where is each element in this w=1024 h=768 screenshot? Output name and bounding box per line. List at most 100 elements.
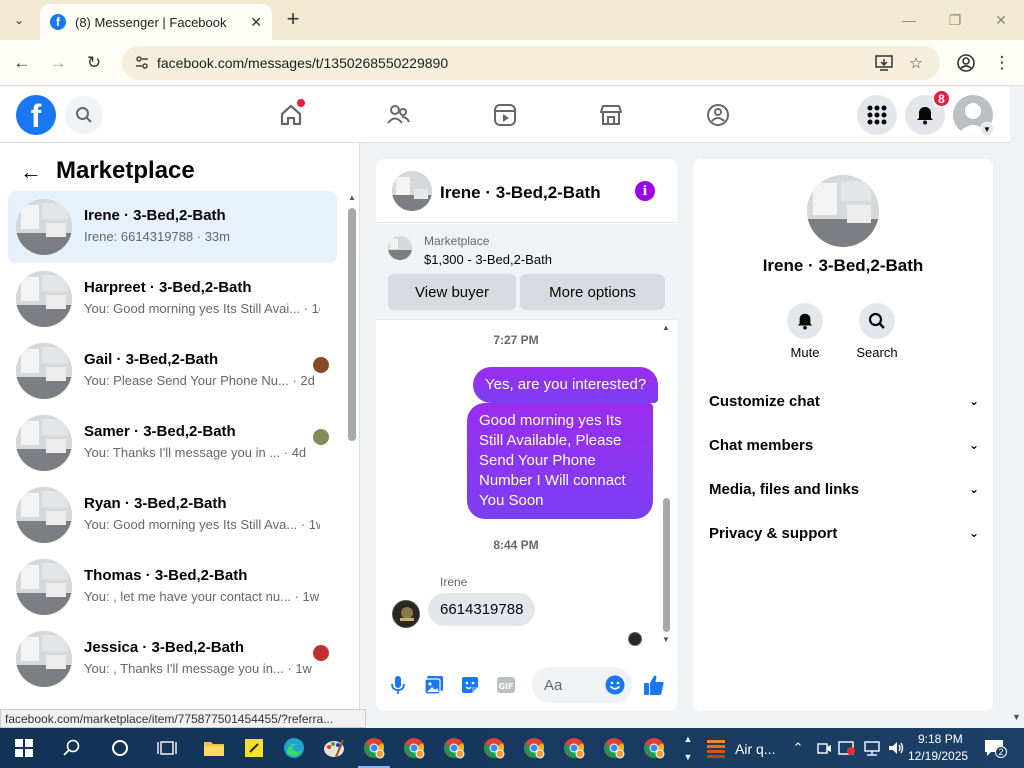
air-quality-label[interactable]: Air q... [735,741,775,757]
forward-icon[interactable]: → [46,51,70,75]
facebook-search-button[interactable] [65,96,103,134]
chat-preview: Irene: 6614319788 · 33m [84,229,230,244]
message-input-placeholder: Aa [544,676,563,694]
minimize-icon[interactable]: — [894,8,924,32]
address-bar[interactable]: facebook.com/messages/t/1350268550229890… [122,46,940,80]
window-close-icon[interactable]: ✕ [986,8,1016,32]
chrome-window-icon[interactable] [602,736,626,760]
meet-now-icon[interactable] [812,736,836,760]
chat-members-section[interactable]: Chat members ⌄ [709,431,979,459]
chat-list-item[interactable]: Thomas · 3-Bed,2-Bath You: , let me have … [8,551,337,623]
sticky-notes-icon[interactable] [242,736,266,760]
details-avatar[interactable] [807,175,879,247]
back-arrow-icon[interactable]: ← [20,159,42,185]
chrome-window-icon[interactable] [482,736,506,760]
site-info-icon[interactable] [134,55,150,71]
new-tab-icon[interactable]: + [282,6,304,32]
volume-icon[interactable] [884,736,908,760]
outgoing-message[interactable]: Yes, are you interested? [473,367,659,403]
profile-icon[interactable] [954,51,978,75]
incoming-message[interactable]: 6614319788 [428,593,536,626]
groups-nav-icon[interactable] [702,99,734,131]
photo-icon[interactable] [423,674,445,696]
view-buyer-button[interactable]: View buyer [388,274,516,310]
clock-date[interactable]: 12/19/2025 [908,749,968,763]
edge-icon[interactable] [282,736,306,760]
action-center-icon[interactable]: 2 [982,736,1007,760]
emoji-icon[interactable] [604,674,626,696]
show-hidden-icons-icon[interactable]: ⌃ [786,736,810,760]
more-options-button[interactable]: More options [520,274,665,310]
page-scroll-down-icon[interactable]: ▼ [1012,712,1021,722]
scrollbar-thumb[interactable] [663,498,670,632]
seen-avatar [313,645,329,661]
task-view-icon[interactable] [155,736,179,760]
browser-tab[interactable]: f (8) Messenger | Facebook ✕ [40,4,272,40]
network-icon[interactable] [860,736,884,760]
air-quality-icon[interactable] [704,736,728,760]
taskbar-scroll-up-icon[interactable]: ▲ [676,732,700,746]
clock-time[interactable]: 9:18 PM [918,732,963,746]
chat-list-scrollbar[interactable]: ▲ [346,193,358,709]
install-app-icon[interactable] [874,54,894,74]
file-explorer-icon[interactable] [202,736,226,760]
chat-list-item[interactable]: Irene · 3-Bed,2-Bath Irene: 6614319788 · … [8,191,337,263]
bookmark-star-icon[interactable]: ☆ [906,54,926,74]
friends-nav-icon[interactable] [382,99,414,131]
sender-avatar[interactable] [392,600,420,628]
conversation-avatar[interactable] [392,171,432,211]
browser-menu-icon[interactable]: ⋮ [990,51,1014,75]
scrollbar-thumb[interactable] [348,208,356,441]
mute-button[interactable]: Mute [770,303,840,360]
sticker-icon[interactable] [459,674,481,696]
chrome-window-icon[interactable] [358,736,390,768]
seen-avatar [313,357,329,373]
info-icon[interactable]: i [635,181,655,201]
taskbar-scroll-down-icon[interactable]: ▼ [676,750,700,764]
chrome-window-icon[interactable] [562,736,586,760]
windows-start-icon[interactable] [12,736,36,760]
listing-thumbnail[interactable] [388,236,412,260]
chat-name: Harpreet · 3-Bed,2-Bath [84,279,252,296]
restore-icon[interactable]: ❐ [940,8,970,32]
chat-list-item[interactable]: Gail · 3-Bed,2-Bath You: Please Send Your… [8,335,337,407]
security-icon[interactable] [835,736,859,760]
facebook-logo[interactable]: f [16,95,56,135]
chat-name: Samer · 3-Bed,2-Bath [84,423,236,440]
gif-icon[interactable]: GIF [495,674,517,696]
home-nav-icon[interactable] [275,99,307,131]
notifications-button[interactable]: 8 [905,89,951,135]
customize-chat-section[interactable]: Customize chat ⌄ [709,387,979,415]
video-nav-icon[interactable] [489,99,521,131]
chat-name: Gail · 3-Bed,2-Bath [84,351,219,368]
thumbs-up-icon[interactable] [643,674,665,696]
chat-list-item[interactable]: Jessica · 3-Bed,2-Bath You: , Thanks I'll… [8,623,337,695]
chevron-down-icon[interactable]: ▼ [980,122,994,136]
chrome-window-icon[interactable] [642,736,666,760]
chrome-window-icon[interactable] [522,736,546,760]
reload-icon[interactable]: ↻ [82,51,106,75]
back-icon[interactable]: ← [10,51,34,75]
tab-close-icon[interactable]: ✕ [250,14,262,31]
chat-list-item[interactable]: Samer · 3-Bed,2-Bath You: Thanks I'll mes… [8,407,337,479]
outgoing-message[interactable]: Good morning yes Its Still Available, Pl… [467,403,653,519]
tab-search-icon[interactable]: ⌄ [6,8,32,32]
url-text: facebook.com/messages/t/1350268550229890 [157,55,449,71]
menu-grid-button[interactable] [857,95,897,135]
media-files-links-section[interactable]: Media, files and links ⌄ [709,475,979,503]
chrome-window-icon[interactable] [402,736,426,760]
conversation-scrollbar[interactable]: ▲ ▼ [661,323,673,647]
listing-title[interactable]: $1,300 - 3-Bed,2-Bath [424,252,552,267]
privacy-support-section[interactable]: Privacy & support ⌄ [709,519,979,547]
marketplace-nav-icon[interactable] [595,99,627,131]
paint-app-icon[interactable] [322,736,346,760]
search-in-chat-button[interactable]: Search [842,303,912,360]
chat-list-item[interactable]: Harpreet · 3-Bed,2-Bath You: Good morning… [8,263,337,335]
cortana-icon[interactable] [108,736,132,760]
chrome-window-icon[interactable] [442,736,466,760]
seen-avatar [313,429,329,445]
microphone-icon[interactable] [387,674,409,696]
taskbar-search-icon[interactable] [60,736,84,760]
conversation-title[interactable]: Irene · 3-Bed,2-Bath [440,183,601,203]
chat-list-item[interactable]: Ryan · 3-Bed,2-Bath You: Good morning yes… [8,479,337,551]
